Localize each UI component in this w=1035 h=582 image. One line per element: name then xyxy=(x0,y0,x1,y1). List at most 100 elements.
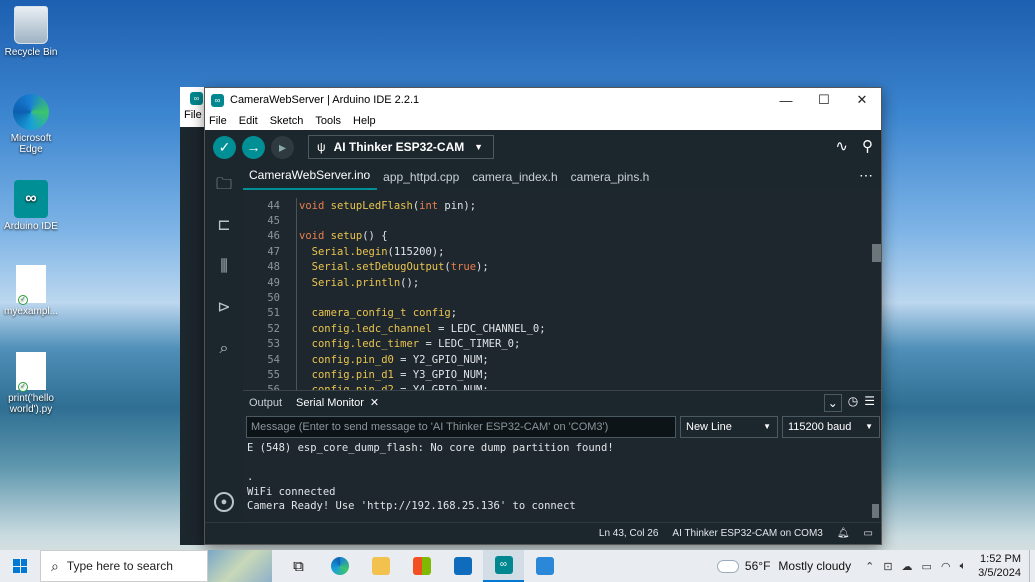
editor-scrollbar[interactable] xyxy=(872,244,881,262)
code-line[interactable]: 47 Serial.begin(115200); xyxy=(243,244,881,260)
menu-help[interactable]: Help xyxy=(353,115,376,127)
volume-icon[interactable]: 🔈︎ xyxy=(960,560,967,573)
board-name: AI Thinker ESP32-CAM xyxy=(333,140,465,154)
code-editor[interactable]: 44 void setupLedFlash(int pin); 45 46 void s… xyxy=(243,190,881,390)
close-button[interactable]: ✕ xyxy=(843,88,881,112)
weather-widget[interactable]: 56°F Mostly cloudy xyxy=(712,555,851,573)
taskbar-arduino[interactable]: ∞ xyxy=(483,550,524,582)
arduino-logo-icon: ∞ xyxy=(190,91,203,105)
code-line[interactable]: 46 void setup() { xyxy=(243,228,881,245)
serial-output[interactable]: E (548) esp_core_dump_flash: No core dum… xyxy=(243,439,881,522)
code-text: camera_config_t config; xyxy=(311,307,458,320)
show-desktop-button[interactable] xyxy=(1029,550,1035,582)
chevron-down-icon: ▼ xyxy=(763,422,771,431)
verify-button[interactable]: ✓ xyxy=(213,135,236,159)
serial-scrollbar[interactable] xyxy=(872,504,879,518)
debug-icon: ⊳ xyxy=(217,299,231,316)
more-tabs-button[interactable]: ⋯ xyxy=(859,167,873,184)
desktop-icon-print-py[interactable]: ✓ print('hello world').py xyxy=(0,352,62,415)
taskbar-edge[interactable] xyxy=(319,550,360,582)
menu-bar: File Edit Sketch Tools Help xyxy=(205,112,881,130)
sketchbook-button[interactable]: 🗀 xyxy=(213,174,235,196)
library-manager-button[interactable]: ⫼ xyxy=(213,256,235,278)
menu-file[interactable]: File xyxy=(209,115,227,127)
line-number: 47 xyxy=(267,245,280,258)
tab-serial-monitor[interactable]: Serial Monitor xyxy=(296,397,364,409)
wifi-icon[interactable]: ◠ xyxy=(941,560,951,573)
code-text: void setupLedFlash(int pin); xyxy=(299,199,477,212)
maximize-button[interactable]: ☐ xyxy=(805,88,843,112)
line-number: 49 xyxy=(267,276,280,289)
tab-camerawebserver-ino[interactable]: CameraWebServer.ino xyxy=(243,168,378,190)
minimize-button[interactable]: — xyxy=(767,88,805,112)
serial-message-input[interactable]: Message (Enter to send message to 'AI Th… xyxy=(246,415,676,438)
code-text: config.ledc_channel = LEDC_CHANNEL_0; xyxy=(311,322,546,335)
upload-button[interactable]: → xyxy=(242,135,265,159)
line-number: 52 xyxy=(267,322,280,335)
clear-output-button[interactable]: ☰ xyxy=(864,394,875,412)
photos-icon xyxy=(535,557,554,575)
code-line[interactable]: 52 config.ledc_channel = LEDC_CHANNEL_0; xyxy=(243,321,881,337)
code-line[interactable]: 48 Serial.setDebugOutput(true); xyxy=(243,259,881,275)
code-text: Serial.setDebugOutput(true); xyxy=(311,261,489,274)
taskbar-search[interactable]: ⌕ Type here to search xyxy=(40,550,208,582)
menu-sketch[interactable]: Sketch xyxy=(270,115,304,127)
taskbar-photos[interactable] xyxy=(524,550,565,582)
system-tray: 56°F Mostly cloudy ⌃ ⊡ ☁ ▭ ◠ 🔈︎ 1:52 PM … xyxy=(712,550,1035,582)
tab-output[interactable]: Output xyxy=(249,397,282,409)
desktop-icon-arduino[interactable]: ∞ Arduino IDE xyxy=(0,180,62,232)
code-text: Serial.begin(115200); xyxy=(311,245,445,258)
library-icon: ⫼ xyxy=(220,258,228,275)
task-view-button[interactable]: ⧉ xyxy=(278,550,319,582)
debug-button[interactable]: ▸ xyxy=(271,135,294,159)
clock[interactable]: 1:52 PM 3/5/2024 xyxy=(978,552,1021,580)
search-highlight-image[interactable] xyxy=(208,550,272,582)
activity-sidebar: 🗀 ⊏ ⫼ ⊳ ⌕ ● xyxy=(205,164,243,522)
start-button[interactable] xyxy=(0,550,40,582)
desktop-icon-myexample[interactable]: ✓ myexampl... xyxy=(0,265,62,317)
meet-now-icon[interactable]: ⊡ xyxy=(883,560,892,573)
title-bar[interactable]: ∞ CameraWebServer | Arduino IDE 2.2.1 — … xyxy=(205,88,881,112)
baud-rate-select[interactable]: 115200 baud ▼ xyxy=(782,415,880,438)
desktop-icon-edge[interactable]: Microsoft Edge xyxy=(0,94,62,155)
profile-button[interactable]: ● xyxy=(214,492,234,512)
code-line[interactable]: 49 Serial.println(); xyxy=(243,274,881,291)
code-line[interactable]: 51 camera_config_t config; xyxy=(243,305,881,322)
baud-rate-value: 115200 baud xyxy=(788,420,852,433)
serial-input-row: Message (Enter to send message to 'AI Th… xyxy=(243,414,881,439)
search-sidebar-button[interactable]: ⌕ xyxy=(213,338,235,360)
tab-app-httpd-cpp[interactable]: app_httpd.cpp xyxy=(377,170,466,190)
tab-camera-index-h[interactable]: camera_index.h xyxy=(466,170,564,190)
code-line[interactable]: 44 void setupLedFlash(int pin); xyxy=(243,198,881,214)
taskbar-mail[interactable] xyxy=(442,550,483,582)
code-line[interactable]: 45 xyxy=(243,213,881,229)
toggle-timestamp-button[interactable]: ◷ xyxy=(848,394,858,412)
desktop-icon-recycle-bin[interactable]: Recycle Bin xyxy=(0,6,62,58)
collapse-panel-button[interactable]: ⌄ xyxy=(823,394,842,412)
taskbar-store[interactable] xyxy=(401,550,442,582)
code-line[interactable]: 56 config.pin_d2 = Y4_GPIO_NUM; xyxy=(243,382,881,390)
code-line[interactable]: 55 config.pin_d1 = Y3_GPIO_NUM; xyxy=(243,367,881,383)
serial-plotter-button[interactable]: ∿ xyxy=(835,137,848,155)
taskbar-file-explorer[interactable] xyxy=(360,550,401,582)
toggle-panel-button[interactable]: ▭ xyxy=(864,528,873,539)
user-icon: ● xyxy=(220,496,228,508)
show-hidden-icons-button[interactable]: ⌃ xyxy=(865,560,874,573)
network-icon[interactable]: ▭ xyxy=(922,560,932,573)
debug-sidebar-button[interactable]: ⊳ xyxy=(213,297,235,319)
notifications-button[interactable]: 🔔︎ xyxy=(837,528,850,539)
code-line[interactable]: 54 config.pin_d0 = Y2_GPIO_NUM; xyxy=(243,351,881,368)
clear-icon: ☰ xyxy=(864,394,875,408)
serial-monitor-button[interactable]: ⚲ xyxy=(862,137,873,155)
code-line[interactable]: 53 config.ledc_timer = LEDC_TIMER_0; xyxy=(243,336,881,352)
menu-tools[interactable]: Tools xyxy=(315,115,341,127)
boards-manager-button[interactable]: ⊏ xyxy=(213,215,235,237)
tab-camera-pins-h[interactable]: camera_pins.h xyxy=(565,170,657,190)
close-serial-monitor-button[interactable]: ✕ xyxy=(370,396,379,409)
search-placeholder: Type here to search xyxy=(66,559,173,573)
line-ending-select[interactable]: New Line ▼ xyxy=(680,415,778,438)
menu-edit[interactable]: Edit xyxy=(239,115,258,127)
onedrive-icon[interactable]: ☁ xyxy=(902,560,913,573)
board-selector[interactable]: ψ AI Thinker ESP32-CAM ▼ xyxy=(308,135,494,159)
code-line[interactable]: 50 xyxy=(243,290,881,306)
